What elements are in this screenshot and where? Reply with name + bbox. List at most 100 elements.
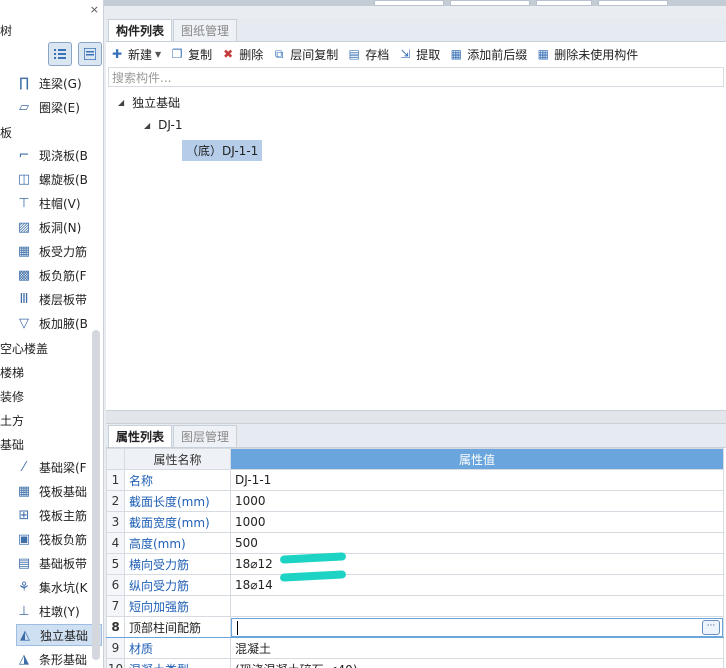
property-table: 属性名称 属性值 1 名称 DJ-1-1 2 截面长度(mm) 1000 3 截面宽度(m… — [106, 448, 724, 668]
isolated-footing-icon: ◭ — [20, 627, 30, 643]
property-value[interactable]: 500 — [230, 532, 724, 554]
nav-item-raft[interactable]: ▦ 筏板基础 — [16, 480, 102, 502]
nav-item-isolated-footing[interactable]: ◭ 独立基础 — [16, 624, 102, 646]
list-view-button[interactable] — [48, 42, 72, 66]
nav-item-column-cap[interactable]: ⊤ 柱帽(V) — [16, 192, 102, 214]
property-row-editing[interactable]: 8 顶部柱间配筋 ··· — [106, 616, 724, 638]
tab-layer-manage[interactable]: 图层管理 — [173, 425, 238, 447]
property-row[interactable]: 6 纵向受力筋 18⌀14 — [106, 574, 724, 596]
property-value[interactable] — [230, 595, 724, 617]
property-row[interactable]: 1 名称 DJ-1-1 — [106, 469, 724, 491]
nav-item-lianliang[interactable]: ∏ 连梁(G) — [16, 72, 102, 94]
tree-node-dj1[interactable]: ◢ DJ-1 — [144, 118, 182, 132]
property-name: 顶部柱间配筋 — [124, 616, 231, 638]
nav-item-pier[interactable]: ⊥ 柱墩(Y) — [16, 600, 102, 622]
nav-group-slab[interactable]: 板 — [0, 124, 12, 141]
nav-item-slab[interactable]: ⌐ 现浇板(B — [16, 144, 102, 166]
more-options-button[interactable]: ··· — [702, 619, 720, 635]
expand-triangle-icon[interactable]: ◢ — [118, 98, 124, 107]
nav-group-foundation[interactable]: 基础 — [0, 436, 24, 453]
property-name: 截面长度(mm) — [124, 490, 231, 512]
column-icon: ∏ — [19, 75, 29, 91]
slab-neg-rebar-icon: ▩ — [17, 267, 31, 283]
spiral-slab-icon: ◫ — [17, 171, 31, 187]
top-tab-segment[interactable] — [374, 0, 444, 6]
raft-icon: ▦ — [17, 483, 31, 499]
nav-item-foundation-band[interactable]: ▤ 基础板带 — [16, 552, 102, 574]
delete-icon: ✖ — [223, 47, 234, 61]
new-button[interactable]: ✚ 新建 ▼ — [110, 46, 161, 63]
nav-group-stairs[interactable]: 楼梯 — [0, 364, 24, 381]
top-tab-segment[interactable] — [450, 0, 530, 6]
tree-node-root[interactable]: ◢ 独立基础 — [118, 94, 180, 111]
archive-icon: ▤ — [348, 47, 360, 61]
archive-button[interactable]: ▤ 存档 — [347, 46, 390, 63]
nav-item-slab-haunch[interactable]: ▽ 板加腋(B — [16, 312, 102, 334]
nav-item-spiral-slab[interactable]: ◫ 螺旋板(B — [16, 168, 102, 190]
top-tab-segment[interactable] — [536, 0, 592, 6]
property-row[interactable]: 4 高度(mm) 500 — [106, 532, 724, 554]
property-name: 短向加强筋 — [124, 595, 231, 617]
tab-property-list[interactable]: 属性列表 — [108, 425, 173, 447]
affix-icon: ▦ — [450, 47, 462, 61]
extract-button[interactable]: ⇲ 提取 — [398, 46, 440, 63]
nav-item-slab-neg-rebar[interactable]: ▩ 板负筋(F — [16, 264, 102, 286]
property-header-row: 属性名称 属性值 — [106, 448, 724, 470]
chevron-down-icon[interactable]: ▼ — [155, 50, 161, 59]
property-row[interactable]: 9 材质 混凝土 — [106, 637, 724, 659]
nav-item-raft-neg-rebar[interactable]: ▣ 筏板负筋 — [16, 528, 102, 550]
delete-button[interactable]: ✖ 删除 — [221, 46, 263, 63]
detail-icon — [84, 48, 96, 60]
panel-splitter[interactable] — [106, 410, 726, 424]
nav-item-sump[interactable]: ⚘ 集水坑(K — [16, 576, 102, 598]
expand-triangle-icon[interactable]: ◢ — [144, 121, 150, 130]
nav-item-slab-hole[interactable]: ▨ 板洞(N) — [16, 216, 102, 238]
raft-neg-rebar-icon: ▣ — [17, 531, 31, 547]
property-row[interactable]: 2 截面长度(mm) 1000 — [106, 490, 724, 512]
tab-drawing-manage[interactable]: 图纸管理 — [173, 19, 238, 41]
floor-copy-button[interactable]: ⧉ 层间复制 — [272, 46, 338, 63]
component-search-input[interactable]: 搜索构件... — [108, 67, 724, 87]
copy-button[interactable]: ❐ 复制 — [170, 46, 212, 63]
window-top-strip — [0, 0, 726, 6]
nav-scrollbar[interactable] — [92, 330, 100, 660]
tree-node-dj1-1[interactable]: （底）DJ-1-1 — [182, 140, 263, 161]
nav-item-foundation-beam[interactable]: ⁄ 基础梁(F — [16, 456, 102, 478]
nav-item-raft-main-rebar[interactable]: ⊞ 筏板主筋 — [16, 504, 102, 526]
nav-group-finish[interactable]: 装修 — [0, 388, 24, 405]
close-icon[interactable]: × — [90, 3, 99, 16]
detail-view-button[interactable] — [78, 42, 102, 66]
slab-icon: ⌐ — [18, 147, 30, 163]
property-tabbar: 属性列表 图层管理 — [106, 424, 726, 448]
top-tab-segment[interactable] — [598, 0, 668, 6]
property-value[interactable]: 1000 — [230, 490, 724, 512]
nav-item-slab-rebar[interactable]: ▦ 板受力筋 — [16, 240, 102, 262]
property-name-header: 属性名称 — [124, 448, 231, 470]
property-row[interactable]: 5 横向受力筋 18⌀12 — [106, 553, 724, 575]
nav-item-strip-footing[interactable]: ◮ 条形基础 — [16, 648, 102, 668]
tab-component-list[interactable]: 构件列表 — [108, 19, 173, 41]
property-value[interactable]: 1000 — [230, 511, 724, 533]
nav-group-hollow[interactable]: 空心楼盖 — [0, 340, 48, 357]
nav-item-quanliang[interactable]: ▱ 圈梁(E) — [16, 96, 102, 118]
property-value[interactable]: 混凝土 — [230, 637, 724, 659]
delete-unused-button[interactable]: ▦ 删除未使用构件 — [536, 46, 639, 63]
property-value-editor[interactable]: ··· — [230, 616, 724, 638]
slab-rebar-icon: ▦ — [17, 243, 31, 259]
nav-item-floor-band[interactable]: Ⅲ 楼层板带 — [16, 288, 102, 310]
property-name: 名称 — [124, 469, 231, 491]
new-icon: ✚ — [111, 47, 123, 61]
text-caret — [237, 620, 238, 635]
nav-group-earth[interactable]: 土方 — [0, 412, 24, 429]
property-row[interactable]: 10混凝土类型(现浇混凝土碎石 <40) — [106, 658, 724, 668]
property-value[interactable]: DJ-1-1 — [230, 469, 724, 491]
property-row[interactable]: 3 截面宽度(mm) 1000 — [106, 511, 724, 533]
sump-icon: ⚘ — [18, 579, 30, 595]
property-edit-input[interactable]: ··· — [231, 617, 723, 637]
add-affix-button[interactable]: ▦ 添加前后缀 — [449, 46, 528, 63]
slab-haunch-icon: ▽ — [19, 315, 29, 331]
foundation-beam-icon: ⁄ — [22, 459, 26, 475]
property-row[interactable]: 7 短向加强筋 — [106, 595, 724, 617]
component-toolbar: ✚ 新建 ▼ ❐ 复制 ✖ 删除 ⧉ 层间复制 ▤ 存档 ⇲ 提取 ▦ 添加前后缀 ▦ 删除未使用… — [106, 42, 726, 66]
property-value[interactable]: (现浇混凝土碎石 <40) — [230, 658, 724, 668]
